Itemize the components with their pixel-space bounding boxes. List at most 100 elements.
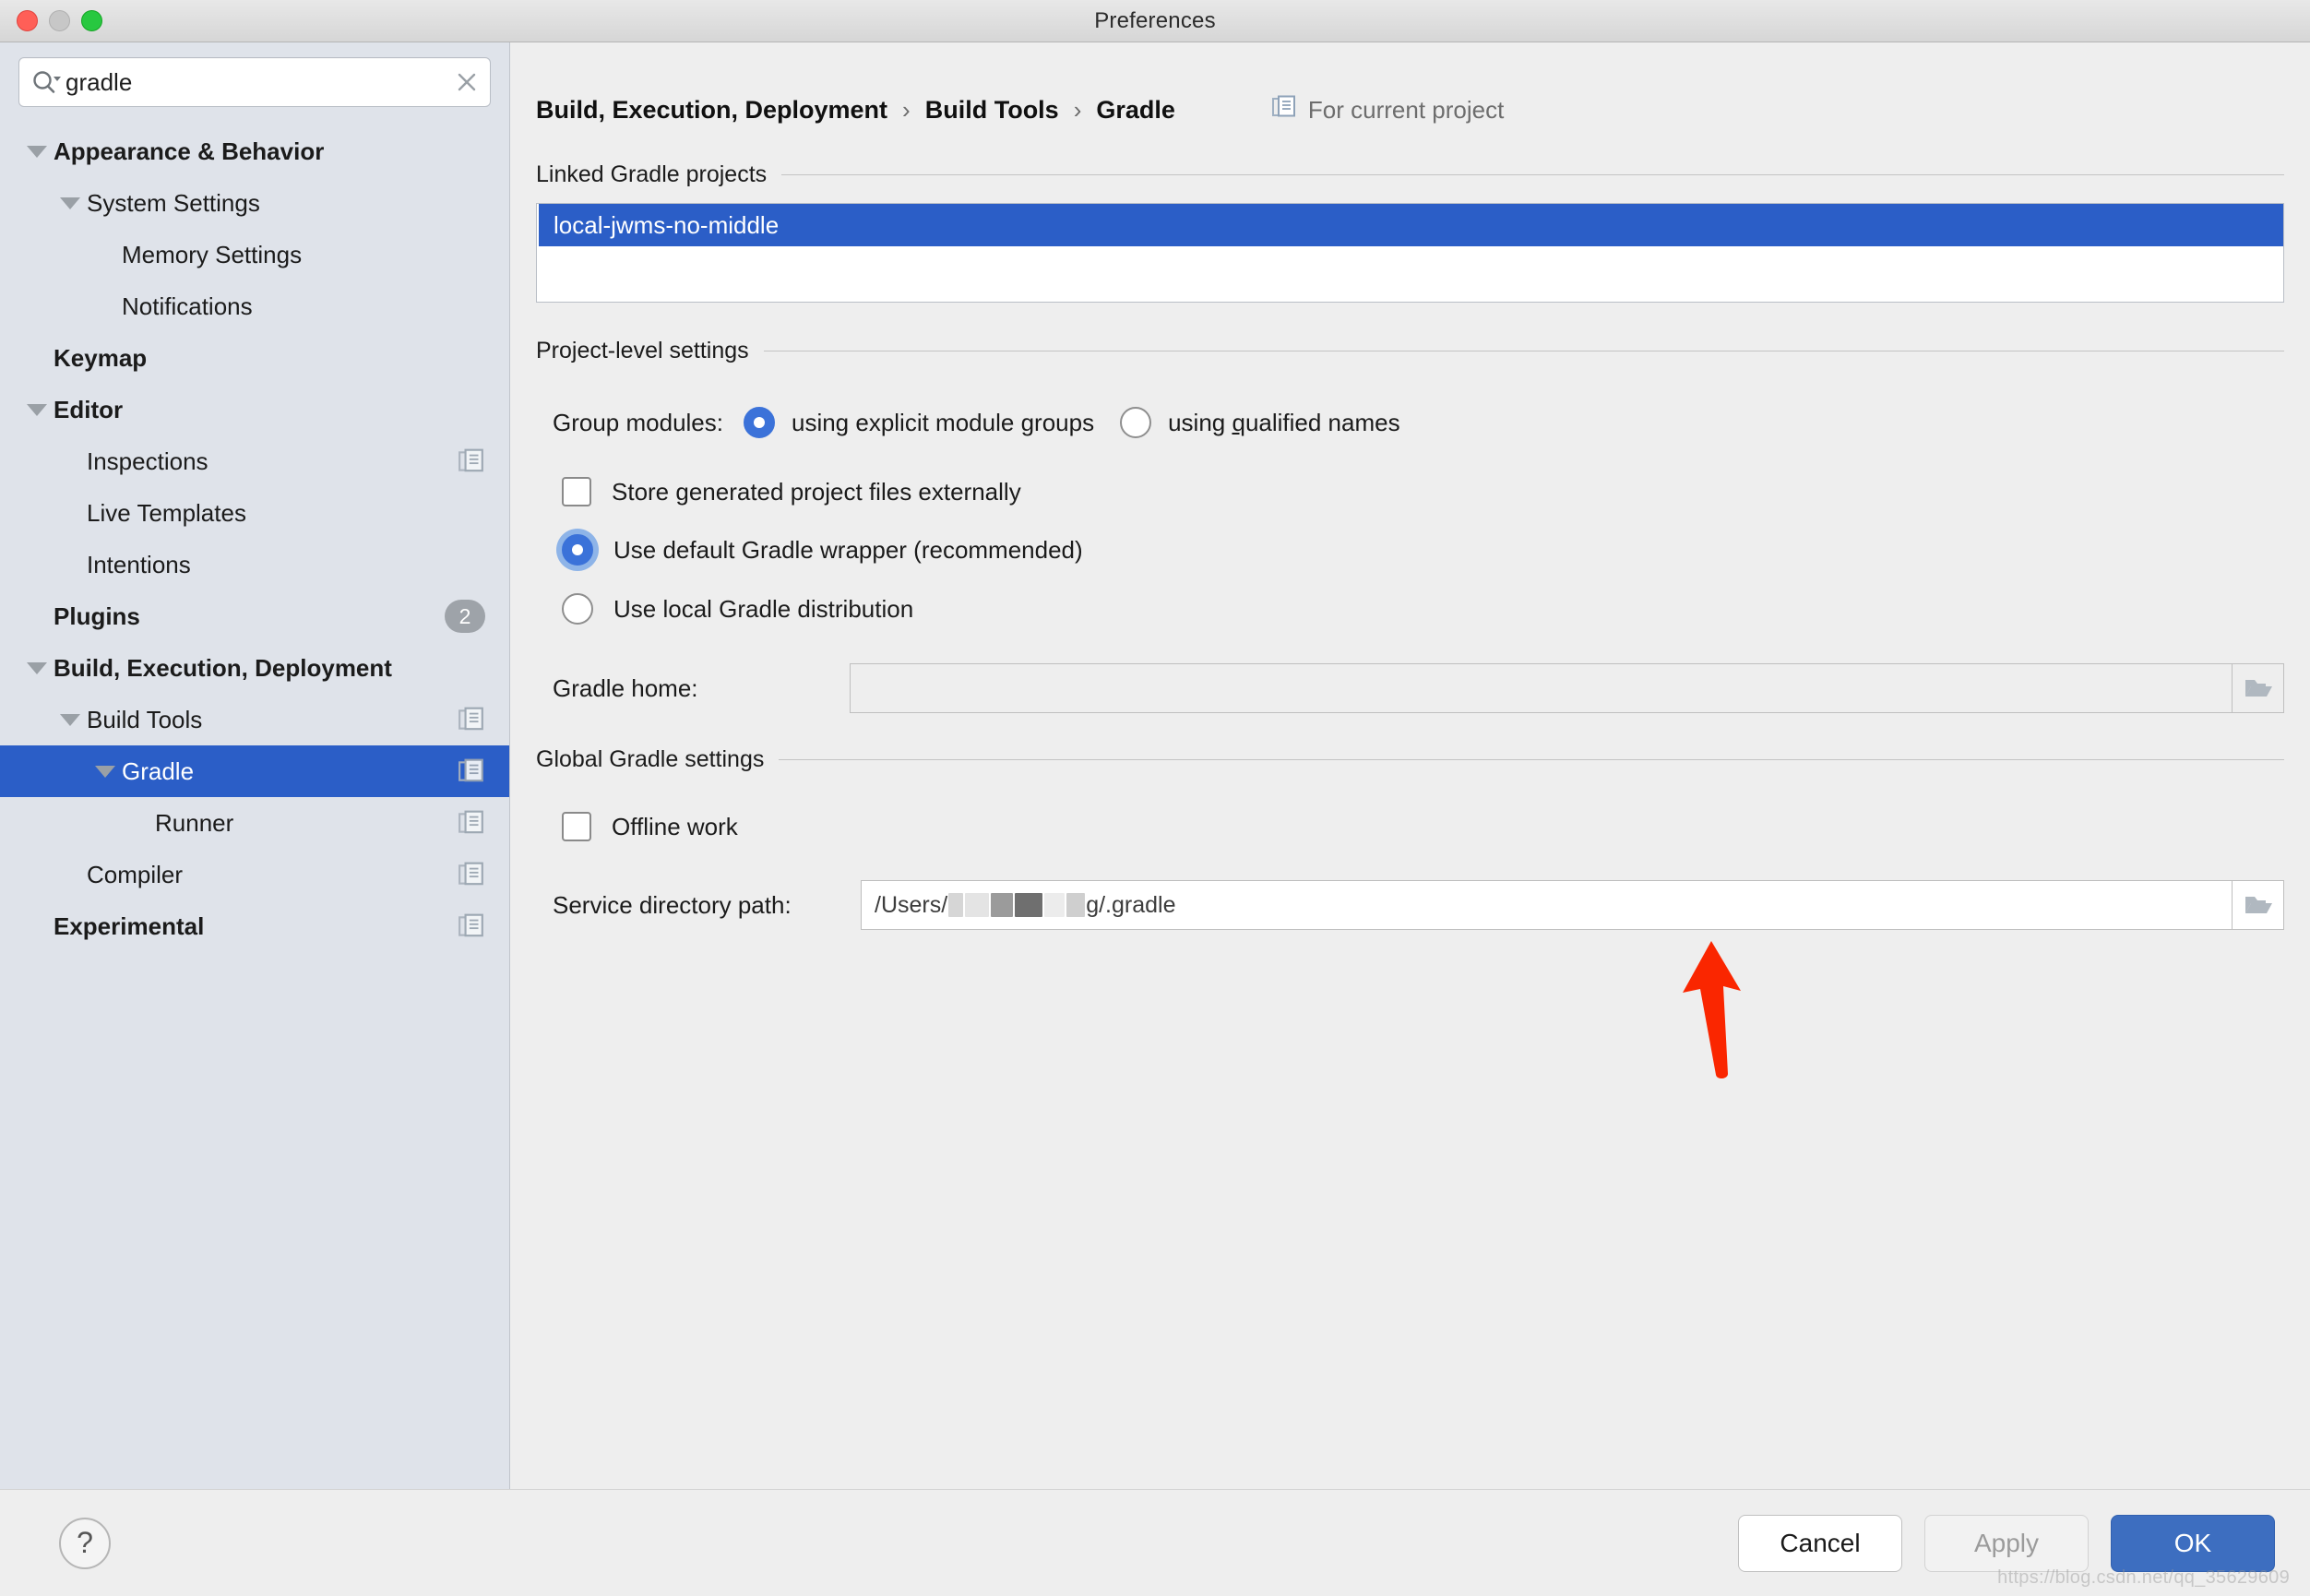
group-modules-label: Group modules: <box>553 408 723 436</box>
close-icon[interactable] <box>455 70 479 94</box>
status-badge: 2 <box>445 600 485 633</box>
sidebar-item-compiler[interactable]: Compiler <box>0 849 509 900</box>
gradle-home-input[interactable] <box>850 663 2233 713</box>
label-store-generated-project-files-externally: Store generated project files externally <box>612 477 1021 506</box>
service-directory-row: Service directory path: /Users/g/.gradle <box>536 880 2284 930</box>
project-icon <box>458 706 485 733</box>
breadcrumb-item-0[interactable]: Build, Execution, Deployment <box>536 96 887 125</box>
redaction-block <box>991 893 1014 917</box>
scope-label: For current project <box>1307 96 1505 124</box>
search-icon <box>30 69 62 95</box>
dialog-footer: ? Cancel Apply OK https://blog.csdn.net/… <box>0 1489 2310 1596</box>
preferences-window: Preferences gradle Appearance & Behavior… <box>0 0 2310 1596</box>
footer-buttons: Cancel Apply OK <box>1738 1514 2275 1572</box>
sidebar-item-label: Compiler <box>87 861 184 888</box>
apply-button[interactable]: Apply <box>1924 1514 2089 1572</box>
radio-using-explicit-module-groups[interactable] <box>743 407 775 438</box>
sidebar-item-memory-settings[interactable]: Memory Settings <box>0 229 509 280</box>
sidebar-item-gradle[interactable]: Gradle <box>0 745 509 797</box>
redaction-block <box>948 893 964 917</box>
settings-sidebar: gradle Appearance & Behavior System Setti… <box>0 42 510 1489</box>
project-icon <box>458 447 485 475</box>
radio-using-qualified-names[interactable] <box>1120 407 1152 438</box>
sidebar-item-label: Build Tools <box>87 706 203 733</box>
window-body: gradle Appearance & Behavior System Setti… <box>0 42 2310 1489</box>
ok-button[interactable]: OK <box>2111 1514 2275 1572</box>
use-local-distribution-row: Use local Gradle distribution <box>536 593 2284 625</box>
project-level-title: Project-level settings <box>536 338 749 363</box>
project-icon <box>458 912 485 940</box>
window-title: Preferences <box>1094 7 1216 33</box>
global-settings-header: Global Gradle settings <box>536 746 2284 773</box>
checkbox-offline-work[interactable] <box>562 812 591 841</box>
radio-use-local-gradle-distribution[interactable] <box>562 593 593 625</box>
close-window-button[interactable] <box>17 10 38 31</box>
sidebar-item-live-templates[interactable]: Live Templates <box>0 487 509 539</box>
chevron-down-icon[interactable] <box>20 661 54 674</box>
group-modules-row: Group modules: using explicit module gro… <box>536 407 2284 438</box>
sidebar-item-intentions[interactable]: Intentions <box>0 539 509 590</box>
settings-tree: Appearance & Behavior System Settings Memo… <box>0 120 509 1489</box>
linked-projects-list[interactable]: local-jwms-no-middle <box>536 203 2284 303</box>
search-input[interactable]: gradle <box>62 70 455 94</box>
window-titlebar: Preferences <box>0 0 2310 42</box>
sidebar-item-appearance-behavior[interactable]: Appearance & Behavior <box>0 125 509 177</box>
offline-work-row: Offline work <box>536 812 2284 841</box>
minimize-window-button[interactable] <box>49 10 70 31</box>
breadcrumb-item-1[interactable]: Build Tools <box>925 96 1059 125</box>
breadcrumb: Build, Execution, Deployment › Build Too… <box>510 42 2310 126</box>
chevron-down-icon[interactable] <box>20 145 54 158</box>
scope-indicator: For current project <box>1271 94 1504 126</box>
gradle-home-label: Gradle home: <box>553 673 698 702</box>
settings-content: Linked Gradle projects local-jwms-no-mid… <box>510 126 2310 930</box>
linked-projects-header: Linked Gradle projects <box>536 161 2284 188</box>
sidebar-item-build-tools[interactable]: Build Tools <box>0 694 509 745</box>
radio-use-default-gradle-wrapper[interactable] <box>562 534 593 566</box>
search-container: gradle <box>0 42 509 120</box>
sidebar-item-label: System Settings <box>87 189 260 217</box>
service-directory-label: Service directory path: <box>553 890 792 919</box>
sidebar-item-notifications[interactable]: Notifications <box>0 280 509 332</box>
service-directory-input[interactable]: /Users/g/.gradle <box>861 880 2233 930</box>
sidebar-item-plugins[interactable]: Plugins 2 <box>0 590 509 642</box>
label-use-default-gradle-wrapper: Use default Gradle wrapper (recommended) <box>613 535 1083 564</box>
help-button[interactable]: ? <box>59 1517 111 1569</box>
sidebar-item-system-settings[interactable]: System Settings <box>0 177 509 229</box>
redaction-block <box>1015 893 1043 917</box>
label-using-explicit-module-groups: using explicit module groups <box>791 408 1095 436</box>
redaction-block <box>1044 893 1066 917</box>
service-directory-value-prefix: /Users/ <box>875 891 948 918</box>
zoom-window-button[interactable] <box>81 10 102 31</box>
sidebar-item-keymap[interactable]: Keymap <box>0 332 509 384</box>
sidebar-item-label: Appearance & Behavior <box>54 137 325 165</box>
sidebar-item-label: Intentions <box>87 551 191 578</box>
divider <box>781 174 2284 175</box>
sidebar-item-runner[interactable]: Runner <box>0 797 509 849</box>
folder-icon[interactable] <box>2233 663 2284 713</box>
checkbox-store-generated-project-files-externally[interactable] <box>562 477 591 506</box>
project-icon <box>458 861 485 888</box>
store-external-row: Store generated project files externally <box>536 477 2284 506</box>
cancel-button[interactable]: Cancel <box>1738 1514 1902 1572</box>
divider <box>779 759 2284 760</box>
project-level-header: Project-level settings <box>536 338 2284 364</box>
chevron-down-icon[interactable] <box>20 403 54 416</box>
folder-icon[interactable] <box>2233 880 2284 930</box>
sidebar-item-label: Editor <box>54 396 124 423</box>
chevron-down-icon[interactable] <box>54 713 87 726</box>
sidebar-item-experimental[interactable]: Experimental <box>0 900 509 952</box>
list-item[interactable]: local-jwms-no-middle <box>537 204 2283 246</box>
search-box[interactable]: gradle <box>18 57 491 107</box>
sidebar-item-label: Build, Execution, Deployment <box>54 654 392 682</box>
sidebar-item-label: Gradle <box>122 757 195 785</box>
breadcrumb-item-2[interactable]: Gradle <box>1096 96 1175 125</box>
sidebar-item-inspections[interactable]: Inspections <box>0 435 509 487</box>
chevron-down-icon[interactable] <box>54 197 87 209</box>
sidebar-item-editor[interactable]: Editor <box>0 384 509 435</box>
use-default-wrapper-row: Use default Gradle wrapper (recommended) <box>536 534 2284 566</box>
global-settings-title: Global Gradle settings <box>536 746 765 772</box>
chevron-down-icon[interactable] <box>89 765 122 778</box>
service-directory-value-suffix: g/.gradle <box>1086 891 1176 918</box>
window-controls <box>17 0 102 42</box>
sidebar-item-build-execution-deployment[interactable]: Build, Execution, Deployment <box>0 642 509 694</box>
